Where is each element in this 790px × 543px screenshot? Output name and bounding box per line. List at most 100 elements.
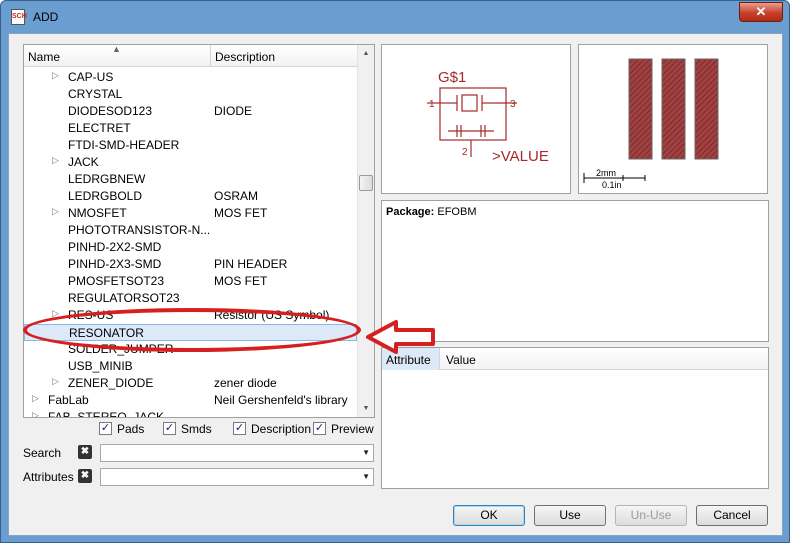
preview-label: Preview [331, 422, 374, 436]
package-name: EFOBM [437, 206, 477, 218]
schematic-app-icon: SCH [11, 9, 27, 25]
symbol-preview: G$1 >VALUE 1 2 3 [381, 44, 571, 194]
tree-row-description: MOS FET [214, 274, 268, 288]
tree-row-name: PMOSFETSOT23 [68, 274, 165, 288]
sort-ascending-icon: ▲ [112, 44, 121, 54]
clear-attributes-icon[interactable]: ✖ [78, 469, 92, 483]
tree-row-name: FAB_STEREO_JACK [48, 410, 165, 418]
ok-button[interactable]: OK [453, 505, 525, 526]
tree-row-name: CRYSTAL [68, 87, 123, 101]
tree-row[interactable]: CRYSTAL [24, 86, 357, 103]
tree-row[interactable]: FTDI-SMD-HEADER [24, 137, 357, 154]
scroll-up-icon[interactable]: ▲ [358, 45, 374, 62]
description-checkbox[interactable]: ✓ [233, 422, 246, 435]
search-combo[interactable]: ▼ [100, 444, 374, 462]
pin-3-label: 3 [510, 99, 516, 110]
tree-row-name: PHOTOTRANSISTOR-N... [68, 223, 211, 237]
expand-arrow-icon[interactable]: ▷ [52, 155, 59, 166]
dialog-client-area: Name ▲ Description ▷ CAP-US CRYSTAL DIODESO… [8, 33, 783, 536]
tree-row-name: LEDRGBNEW [68, 172, 146, 186]
tree-row[interactable]: ▷ FabLab Neil Gershenfeld's library [24, 392, 357, 409]
tree-row-name: DIODESOD123 [68, 104, 153, 118]
package-description: Package: EFOBM [381, 200, 769, 342]
tree-row-name: USB_MINIB [68, 359, 133, 373]
chevron-down-icon[interactable]: ▼ [362, 472, 370, 481]
tree-row-description: DIODE [214, 104, 253, 118]
attributes-label: Attributes [23, 470, 74, 484]
scale-in-label: 0.1in [602, 180, 622, 190]
expand-arrow-icon[interactable]: ▷ [32, 393, 39, 404]
tree-row[interactable]: ▷ JACK [24, 154, 357, 171]
tree-row-name: JACK [68, 155, 99, 169]
tree-row[interactable]: PMOSFETSOT23 MOS FET [24, 273, 357, 290]
pads-label: Pads [117, 422, 145, 436]
cancel-button[interactable]: Cancel [696, 505, 768, 526]
tree-row-description: MOS FET [214, 206, 268, 220]
title-bar[interactable]: SCH ADD ✕ [1, 1, 789, 33]
expand-arrow-icon[interactable]: ▷ [52, 376, 59, 387]
annotation-arrow-icon [366, 320, 435, 354]
expand-arrow-icon[interactable]: ▷ [52, 70, 59, 81]
chevron-down-icon[interactable]: ▼ [362, 448, 370, 457]
tree-row-name: ELECTRET [68, 121, 131, 135]
package-footprint: 2mm 0.1in [583, 58, 719, 190]
tree-row-name: LEDRGBOLD [68, 189, 143, 203]
tree-row[interactable]: ▷ NMOSFET MOS FET [24, 205, 357, 222]
tree-header: Name ▲ Description [24, 45, 357, 67]
attribute-table[interactable]: Attribute Value [381, 347, 769, 489]
window-title: ADD [33, 10, 59, 24]
tree-row-description: OSRAM [214, 189, 259, 203]
tree-row-name: CAP-US [68, 70, 114, 84]
column-header-name[interactable]: Name [28, 50, 60, 64]
tree-row[interactable]: DIODESOD123 DIODE [24, 103, 357, 120]
pin-1-label: 1 [429, 99, 435, 110]
tree-row-name: PINHD-2X2-SMD [68, 240, 162, 254]
package-info: Package: EFOBM [386, 206, 477, 218]
tree-row[interactable]: PHOTOTRANSISTOR-N... [24, 222, 357, 239]
smds-checkbox[interactable]: ✓ [163, 422, 176, 435]
tree-row[interactable]: ▷ CAP-US [24, 69, 357, 86]
unuse-button: Un-Use [615, 505, 687, 526]
tree-row[interactable]: PINHD-2X3-SMD PIN HEADER [24, 256, 357, 273]
package-label: Package: [386, 206, 435, 218]
close-button[interactable]: ✕ [739, 2, 783, 22]
tree-row-name: PINHD-2X3-SMD [68, 257, 162, 271]
tree-row-name: NMOSFET [68, 206, 127, 220]
column-header-value[interactable]: Value [446, 353, 476, 367]
description-label: Description [251, 422, 312, 436]
attribute-table-header: Attribute Value [382, 348, 768, 370]
expand-arrow-icon[interactable]: ▷ [52, 206, 59, 217]
use-button[interactable]: Use [534, 505, 606, 526]
tree-scrollbar[interactable]: ▲ ▼ [357, 45, 374, 417]
column-header-description[interactable]: Description [210, 45, 279, 67]
symbol-name: G$1 [438, 69, 466, 86]
search-label: Search [23, 446, 62, 460]
preview-checkbox[interactable]: ✓ [313, 422, 326, 435]
tree-row-description: Neil Gershenfeld's library [214, 393, 348, 407]
smds-label: Smds [181, 422, 212, 436]
pads-checkbox[interactable]: ✓ [99, 422, 112, 435]
library-tree[interactable]: Name ▲ Description ▷ CAP-US CRYSTAL DIODESO… [23, 44, 375, 418]
resonator-symbol: G$1 >VALUE 1 2 3 [427, 69, 549, 165]
tree-row[interactable]: REGULATORSOT23 [24, 290, 357, 307]
scroll-down-icon[interactable]: ▼ [358, 400, 374, 417]
tree-row-name: FTDI-SMD-HEADER [68, 138, 180, 152]
tree-row[interactable]: ▷ FAB_STEREO_JACK [24, 409, 357, 418]
tree-row[interactable]: ▷ ZENER_DIODE zener diode [24, 375, 357, 392]
tree-row[interactable]: LEDRGBOLD OSRAM [24, 188, 357, 205]
tree-row[interactable]: ELECTRET [24, 120, 357, 137]
annotation-ellipse [23, 308, 361, 352]
tree-row[interactable]: PINHD-2X2-SMD [24, 239, 357, 256]
expand-arrow-icon[interactable]: ▷ [32, 410, 39, 417]
scroll-thumb[interactable] [359, 175, 373, 191]
symbol-value: >VALUE [492, 148, 549, 165]
tree-row[interactable]: LEDRGBNEW [24, 171, 357, 188]
attributes-combo[interactable]: ▼ [100, 468, 374, 486]
tree-row[interactable]: USB_MINIB [24, 358, 357, 375]
tree-row-name: ZENER_DIODE [68, 376, 154, 390]
tree-row-description: zener diode [214, 376, 277, 390]
clear-search-icon[interactable]: ✖ [78, 445, 92, 459]
tree-row-name: FabLab [48, 393, 89, 407]
tree-row-name: REGULATORSOT23 [68, 291, 180, 305]
package-preview: 2mm 0.1in [578, 44, 768, 194]
